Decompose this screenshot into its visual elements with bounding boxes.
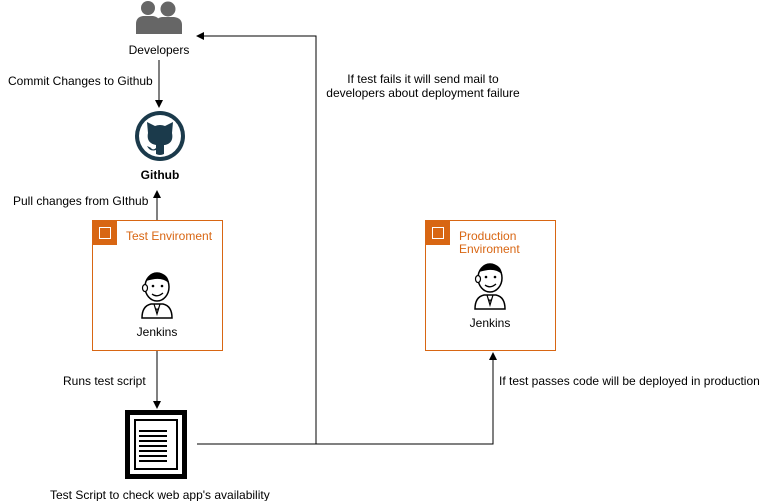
- edge-commit-label: Commit Changes to Github: [8, 74, 153, 88]
- edge-fail-label-line2: developers about deployment failure: [326, 86, 520, 100]
- ec2-instance-icon: [426, 221, 450, 245]
- ec2-instance-icon: [93, 221, 117, 245]
- jenkins-icon: [474, 263, 506, 310]
- github-icon: [135, 111, 185, 161]
- edge-fail-label: If test fails it will send mail to devel…: [318, 72, 528, 100]
- jenkins-icon: [141, 272, 173, 319]
- edge-fail-label-line1: If test fails it will send mail to: [347, 72, 499, 86]
- test-jenkins-node[interactable]: Jenkins: [137, 270, 177, 342]
- test-environment-title: Test Enviroment: [126, 229, 213, 243]
- production-jenkins-label: Jenkins: [469, 316, 511, 330]
- test-jenkins-label: Jenkins: [136, 325, 178, 339]
- github-label: Github: [140, 168, 180, 182]
- edge-runs-label: Runs test script: [63, 374, 146, 388]
- edge-pass: [316, 352, 497, 445]
- edge-pull-label: Pull changes from GIthub: [13, 194, 149, 208]
- github-node[interactable]: Github: [134, 110, 186, 185]
- production-environment-title-line2: Enviroment: [459, 242, 520, 256]
- developers-label: Developers: [128, 43, 190, 57]
- test-script-label: Test Script to check web app's availabil…: [50, 488, 270, 501]
- developers-node[interactable]: Developers: [129, 0, 189, 60]
- pipeline-diagram: Developers Commit Changes to Github Gith…: [0, 0, 771, 501]
- production-environment-title: Production Enviroment: [459, 230, 520, 256]
- users-icon: [136, 1, 182, 34]
- production-jenkins-node[interactable]: Jenkins: [470, 261, 510, 333]
- edge-pass-label: If test passes code will be deployed in …: [499, 374, 760, 388]
- test-script-node[interactable]: [125, 410, 187, 479]
